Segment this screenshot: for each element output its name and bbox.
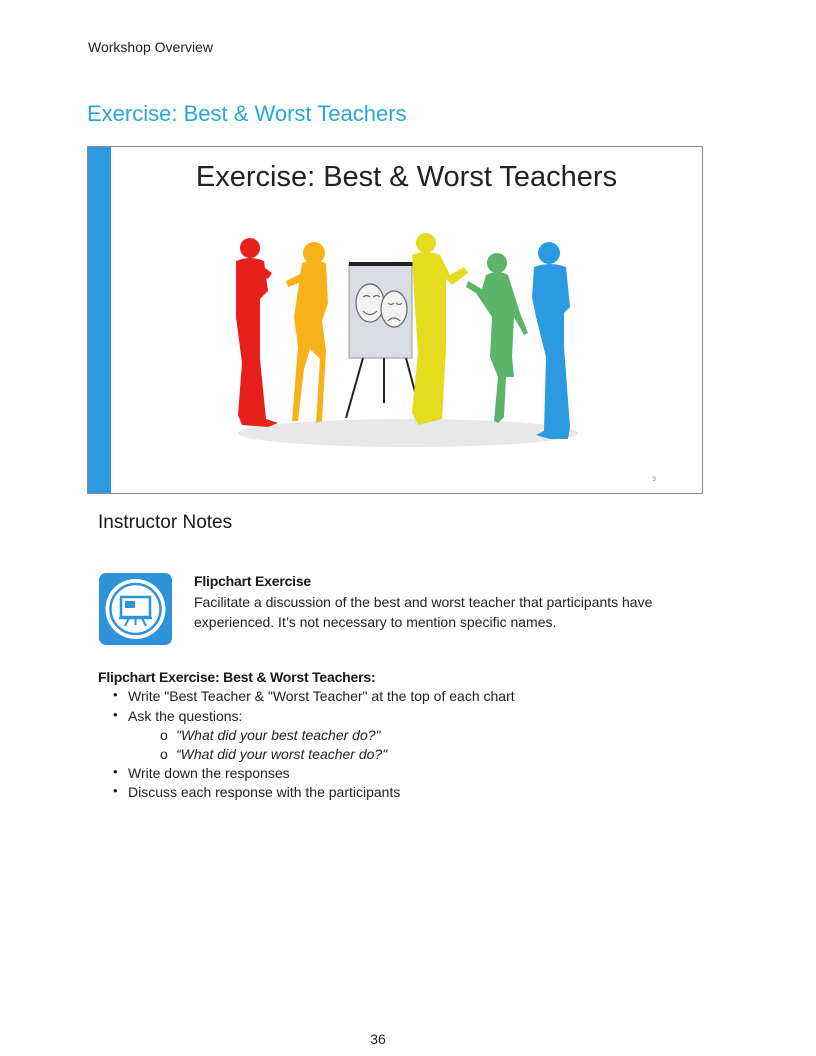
bullet-marker: •: [113, 764, 118, 779]
list-item: Ask the questions:: [128, 708, 243, 724]
slide-thumbnail: Exercise: Best & Worst Teachers 9: [87, 146, 703, 494]
sub-bullet-marker: o: [160, 727, 168, 743]
sub-list-item: “What did your worst teacher do?": [176, 746, 388, 762]
red-person-figure: [236, 238, 278, 427]
slide-title: Exercise: Best & Worst Teachers: [195, 161, 618, 193]
flipchart-easel-image: [345, 262, 422, 419]
list-item: Write "Best Teacher & "Worst Teacher" at…: [128, 688, 515, 704]
instructor-notes-heading: Instructor Notes: [98, 512, 233, 533]
exercise-heading: Flipchart Exercise: Best & Worst Teacher…: [98, 669, 376, 685]
page-number: 36: [370, 1031, 386, 1047]
bullet-marker: •: [113, 707, 118, 722]
slide-number: 9: [652, 476, 656, 483]
yellow-person-figure: [412, 233, 468, 425]
green-person-figure: [466, 253, 528, 423]
flipchart-presentation-icon: [99, 573, 172, 645]
list-item: Write down the responses: [128, 765, 290, 781]
sub-list-item: "What did your best teacher do?": [176, 727, 381, 743]
blue-person-figure: [532, 242, 570, 439]
slide-accent-bar: [88, 147, 111, 493]
orange-person-figure: [286, 242, 328, 423]
flipchart-exercise-description: Facilitate a discussion of the best and …: [194, 594, 653, 630]
section-title: Exercise: Best & Worst Teachers: [87, 101, 407, 126]
flipchart-exercise-title: Flipchart Exercise: [194, 573, 312, 589]
sub-bullet-marker: o: [160, 746, 168, 762]
running-header: Workshop Overview: [88, 39, 214, 55]
bullet-marker: •: [113, 687, 118, 702]
list-item: Discuss each response with the participa…: [128, 784, 401, 800]
bullet-marker: •: [113, 783, 118, 798]
people-silhouettes-illustration: [236, 233, 578, 447]
